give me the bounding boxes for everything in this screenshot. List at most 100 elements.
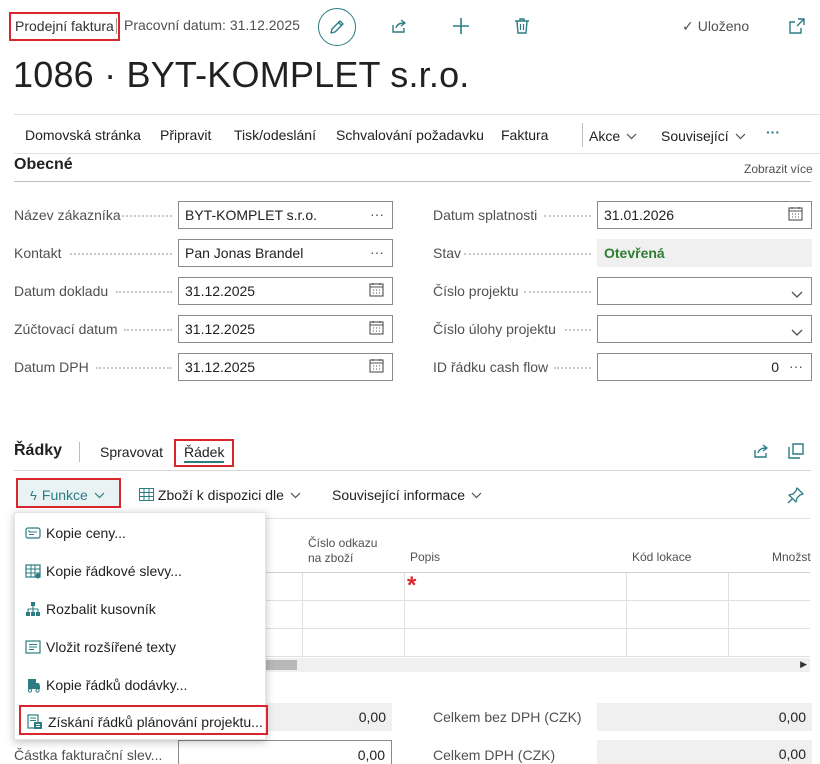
bom-tree-icon (25, 601, 41, 617)
checkmark-icon: ✓ (682, 18, 694, 34)
action-request-approval[interactable]: Schvalování požadavku (336, 127, 484, 143)
saved-status: ✓ Uloženo (682, 18, 750, 34)
menu-item-copy-prices[interactable]: Kopie ceny... (15, 518, 267, 548)
calendar-icon[interactable] (369, 282, 384, 300)
grid-col-divider (728, 573, 729, 656)
header-separator (116, 18, 117, 34)
lines-expand-button[interactable] (785, 440, 807, 462)
dotted-leader (70, 253, 172, 255)
horizontal-scrollbar[interactable]: ▶ (262, 658, 810, 672)
grid-col-divider (302, 573, 303, 656)
calendar-icon[interactable] (369, 358, 384, 376)
total-excl-vat-label: Celkem bez DPH (CZK) (433, 709, 582, 725)
dotted-leader (554, 367, 591, 369)
delete-button[interactable] (511, 15, 533, 37)
document-date-field[interactable]: 31.12.2025 (178, 277, 393, 305)
calendar-icon[interactable] (369, 320, 384, 338)
scrollbar-thumb[interactable] (262, 660, 297, 670)
column-header-location-code[interactable]: Kód lokace (632, 550, 691, 565)
edit-button[interactable] (318, 8, 356, 46)
action-separator (582, 123, 583, 147)
top-bar: Prodejní faktura Pracovní datum: 31.12.2… (0, 0, 820, 52)
cash-flow-line-id-label: ID řádku cash flow (433, 359, 549, 375)
dotted-leader (464, 253, 591, 255)
new-button[interactable] (450, 15, 472, 37)
menu-item-copy-line-discounts[interactable]: Kopie řádkové slevy... (15, 556, 267, 586)
cash-flow-line-id-field[interactable]: 0 ··· (597, 353, 812, 381)
total-vat-field: 0,00 (597, 740, 812, 764)
column-header-quantity[interactable]: Množst (772, 550, 811, 565)
more-options-button[interactable]: ··· (766, 124, 780, 140)
column-header-item-reference[interactable]: Číslo odkazu na zboží (308, 536, 377, 566)
chevron-down-icon (471, 486, 482, 502)
project-task-no-label: Číslo úlohy projektu (433, 321, 556, 337)
pin-button[interactable] (785, 484, 807, 506)
item-availability-menu[interactable]: Zboží k dispozici dle (139, 486, 301, 503)
project-planning-icon (27, 714, 43, 730)
chevron-down-icon (626, 127, 637, 143)
pin-icon (787, 487, 804, 504)
menu-item-insert-extended-texts[interactable]: Vložit rozšířené texty (15, 632, 267, 662)
tab-manage[interactable]: Spravovat (100, 444, 163, 460)
lookup-ellipsis-icon[interactable]: ··· (370, 206, 384, 222)
menu-item-get-project-planning-lines[interactable]: Získání řádků plánování projektu... (19, 705, 268, 735)
project-no-field[interactable] (597, 277, 812, 305)
lines-divider (14, 470, 811, 471)
due-date-label: Datum splatnosti (433, 207, 538, 223)
dotted-leader (124, 329, 172, 331)
dotted-leader (544, 215, 591, 217)
price-list-icon (25, 525, 41, 541)
show-more-link[interactable]: Zobrazit více (744, 162, 813, 176)
related-information-menu[interactable]: Související informace (332, 486, 482, 503)
text-list-icon (25, 639, 41, 655)
invoice-discount-label: Částka fakturační slev... (14, 747, 163, 763)
chevron-down-icon (290, 486, 301, 502)
action-related-menu[interactable]: Související (661, 127, 746, 144)
grid-icon (139, 487, 154, 503)
action-print-send[interactable]: Tisk/odeslání (234, 127, 316, 143)
project-task-no-field[interactable] (597, 315, 812, 343)
invoice-discount-field[interactable]: 0,00 (178, 740, 392, 764)
vat-date-field[interactable]: 31.12.2025 (178, 353, 393, 381)
total-excl-vat-field: 0,00 (597, 703, 812, 731)
general-section-title[interactable]: Obecné (14, 156, 73, 174)
posting-date-field[interactable]: 31.12.2025 (178, 315, 393, 343)
customer-name-field[interactable]: BYT-KOMPLET s.r.o. ··· (178, 201, 393, 229)
functions-button[interactable]: ϟ Funkce (16, 478, 121, 508)
action-home[interactable]: Domovská stránka (25, 127, 141, 143)
action-prepare[interactable]: Připravit (160, 127, 211, 143)
shipment-truck-icon (25, 677, 41, 693)
action-actions-menu[interactable]: Akce (589, 127, 637, 144)
posting-date-label: Zúčtovací datum (14, 321, 118, 337)
calendar-icon[interactable] (788, 206, 803, 224)
grid-row-divider (262, 656, 810, 657)
lines-section-title[interactable]: Řádky (14, 442, 62, 460)
menu-item-copy-shipment-lines[interactable]: Kopie řádků dodávky... (15, 670, 267, 700)
discount-grid-icon (25, 563, 41, 579)
expand-icon (788, 443, 804, 459)
action-invoice[interactable]: Faktura (501, 127, 548, 143)
chevron-down-icon[interactable] (791, 324, 803, 340)
tab-line[interactable]: Řádek (174, 439, 235, 467)
column-header-description[interactable]: Popis (410, 550, 440, 565)
due-date-field[interactable]: 31.01.2026 (597, 201, 812, 229)
lines-share-button[interactable] (750, 440, 772, 462)
share-icon (754, 444, 768, 458)
open-new-window-button[interactable] (786, 15, 808, 37)
chevron-down-icon (735, 127, 746, 143)
menu-item-explode-bom[interactable]: Rozbalit kusovník (15, 594, 267, 624)
grid-col-divider (626, 573, 627, 656)
lookup-ellipsis-icon[interactable]: ··· (789, 358, 803, 374)
lookup-ellipsis-icon[interactable]: ··· (370, 244, 384, 260)
section-divider (14, 181, 811, 182)
chevron-down-icon[interactable] (791, 286, 803, 302)
work-date: Pracovní datum: 31.12.2025 (124, 17, 300, 33)
status-value: Otevřená (604, 245, 665, 261)
share-button[interactable] (388, 15, 410, 37)
contact-field[interactable]: Pan Jonas Brandel ··· (178, 239, 393, 267)
functions-dropdown-menu: Kopie ceny... Kopie řádkové slevy... Roz… (14, 512, 268, 740)
required-asterisk-icon: * (407, 572, 417, 599)
chevron-down-icon (94, 486, 105, 502)
grid-col-divider (404, 573, 405, 656)
scroll-right-arrow-icon[interactable]: ▶ (800, 659, 807, 670)
